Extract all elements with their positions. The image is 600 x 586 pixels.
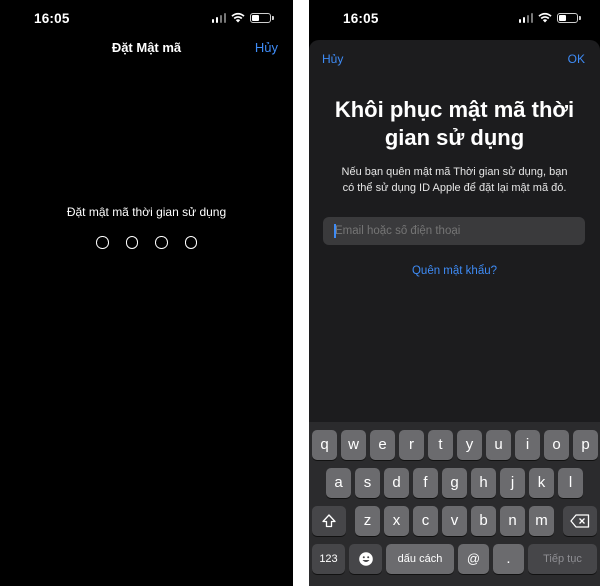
key-q[interactable]: q (312, 430, 337, 460)
key-e[interactable]: e (370, 430, 395, 460)
cellular-signal-icon (211, 12, 226, 23)
status-bar: 16:05 (309, 0, 600, 36)
description-line: Nếu bạn quên mật mã Thời gian sử dụng, b… (341, 166, 568, 178)
set-passcode-screen: 16:05 Đặt Mật mã Hủy Đặt mật mã thời gia… (0, 0, 293, 586)
key-w[interactable]: w (341, 430, 366, 460)
key-o[interactable]: o (544, 430, 569, 460)
delete-icon (570, 514, 590, 528)
recover-passcode-screen: 16:05 Hủy OK Khôi phục mật mã thời gian … (309, 0, 600, 586)
sheet-nav-bar: Hủy OK (309, 40, 600, 76)
passcode-dot (184, 236, 197, 249)
page-title: Đặt Mật mã (111, 40, 182, 55)
ok-button[interactable]: OK (568, 52, 585, 66)
key-b[interactable]: b (471, 506, 496, 536)
key-p[interactable]: p (573, 430, 598, 460)
key-v[interactable]: v (442, 506, 467, 536)
battery-icon (557, 12, 581, 23)
status-icons (211, 12, 274, 23)
key-s[interactable]: s (355, 468, 380, 498)
key-h[interactable]: h (471, 468, 496, 498)
dot-key[interactable]: . (493, 544, 524, 574)
sheet-title-line: gian sử dụng (384, 125, 525, 150)
key-a[interactable]: a (326, 468, 351, 498)
key-z[interactable]: z (355, 506, 380, 536)
wifi-icon (231, 12, 245, 23)
passcode-dot (125, 236, 138, 249)
key-d[interactable]: d (384, 468, 409, 498)
apple-id-input[interactable] (323, 217, 585, 245)
next-key[interactable]: Tiếp tục (528, 544, 597, 574)
key-m[interactable]: m (529, 506, 554, 536)
cancel-button[interactable]: Hủy (255, 40, 278, 55)
description-line: có thể sử dụng ID Apple để đặt lại mật m… (342, 182, 567, 194)
passcode-dot (155, 236, 168, 249)
cancel-button[interactable]: Hủy (322, 52, 343, 66)
key-f[interactable]: f (413, 468, 438, 498)
status-time: 16:05 (34, 11, 70, 26)
at-key[interactable]: @ (458, 544, 489, 574)
key-c[interactable]: c (413, 506, 438, 536)
key-r[interactable]: r (399, 430, 424, 460)
key-l[interactable]: l (558, 468, 583, 498)
key-y[interactable]: y (457, 430, 482, 460)
keyboard: q w e r t y u i o p a s d f g h j k l z … (309, 422, 600, 586)
key-i[interactable]: i (515, 430, 540, 460)
passcode-dot (96, 236, 109, 249)
status-icons (518, 12, 581, 23)
forgot-password-link[interactable]: Quên mật khẩu? (309, 265, 600, 277)
text-caret (334, 224, 336, 238)
screen-divider (293, 0, 309, 586)
shift-key[interactable] (312, 506, 346, 536)
nav-bar: Đặt Mật mã Hủy (0, 36, 293, 60)
key-k[interactable]: k (529, 468, 554, 498)
key-n[interactable]: n (500, 506, 525, 536)
space-key[interactable]: dấu cách (386, 544, 454, 574)
passcode-prompt: Đặt mật mã thời gian sử dụng (66, 205, 227, 219)
sheet-description: Nếu bạn quên mật mã Thời gian sử dụng, b… (321, 164, 588, 196)
sheet-title-line: Khôi phục mật mã thời (334, 97, 575, 122)
wifi-icon (538, 12, 552, 23)
passcode-dots (0, 236, 293, 249)
battery-icon (250, 12, 274, 23)
key-g[interactable]: g (442, 468, 467, 498)
status-time: 16:05 (343, 11, 379, 26)
emoji-key[interactable] (349, 544, 382, 574)
cellular-signal-icon (518, 12, 533, 23)
key-t[interactable]: t (428, 430, 453, 460)
key-j[interactable]: j (500, 468, 525, 498)
delete-key[interactable] (563, 506, 597, 536)
numbers-key[interactable]: 123 (312, 544, 345, 574)
status-bar: 16:05 (0, 0, 293, 36)
key-u[interactable]: u (486, 430, 511, 460)
shift-icon (322, 514, 336, 528)
emoji-icon (358, 552, 373, 566)
key-x[interactable]: x (384, 506, 409, 536)
sheet-title: Khôi phục mật mã thời gian sử dụng (319, 96, 590, 152)
